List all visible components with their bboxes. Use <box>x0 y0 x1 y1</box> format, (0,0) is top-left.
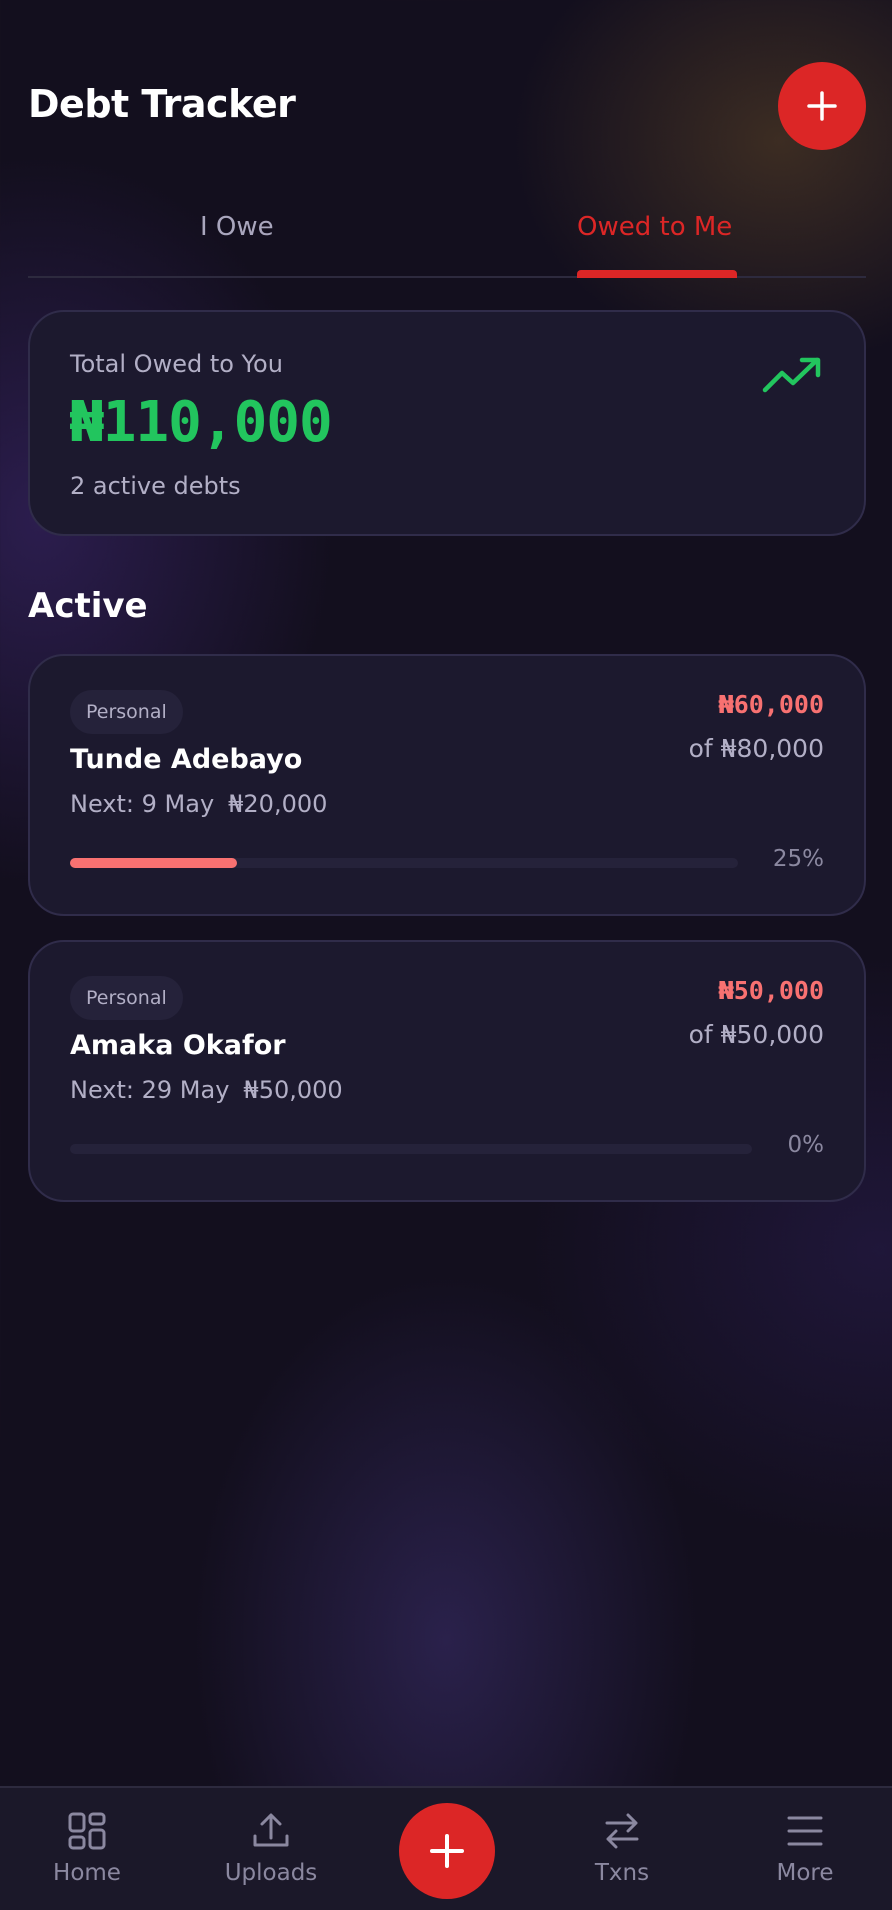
next-payment: Next: 9 May ₦20,000 <box>70 790 341 818</box>
menu-icon <box>787 1816 823 1846</box>
active-debts-count: 2 active debts <box>70 472 241 500</box>
progress-bar <box>70 858 738 868</box>
plus-icon <box>430 1834 464 1868</box>
nav-item-home[interactable]: Home <box>12 1788 162 1910</box>
section-title-active: Active <box>28 586 148 626</box>
category-badge: Personal <box>70 976 183 1020</box>
grid-icon <box>68 1812 106 1850</box>
next-payment-date: Next: 9 May <box>70 790 215 818</box>
trending-up-icon <box>762 357 821 393</box>
page-title: Debt Tracker <box>28 82 296 126</box>
nav-label-txns: Txns <box>594 1860 650 1886</box>
plus-icon <box>807 91 837 121</box>
progress-percent: 0% <box>787 1132 825 1158</box>
remaining-amount: ₦50,000 <box>718 976 824 1005</box>
debt-tabs: I Owe Owed to Me <box>28 200 866 278</box>
debt-card[interactable]: Personal Tunde Adebayo Next: 9 May ₦20,00… <box>28 654 866 916</box>
tab-i-owe[interactable]: I Owe <box>200 212 274 242</box>
progress-fill <box>70 858 237 868</box>
progress-bar <box>70 1144 752 1154</box>
debtor-name: Amaka Okafor <box>70 1030 286 1061</box>
add-debt-button[interactable] <box>778 62 866 150</box>
remaining-amount: ₦60,000 <box>718 690 824 719</box>
active-tab-indicator <box>577 270 737 278</box>
next-payment: Next: 29 May ₦50,000 <box>70 1076 357 1104</box>
next-payment-amount: ₦20,000 <box>228 790 328 818</box>
add-transaction-button[interactable] <box>399 1803 495 1899</box>
nav-item-more[interactable]: More <box>730 1788 880 1910</box>
nav-label-more: More <box>776 1860 834 1886</box>
tab-owed-to-me[interactable]: Owed to Me <box>577 212 732 242</box>
total-owed-label: Total Owed to You <box>70 350 283 378</box>
total-owed-amount: ₦110,000 <box>70 390 333 455</box>
next-payment-amount: ₦50,000 <box>243 1076 343 1104</box>
nav-item-uploads[interactable]: Uploads <box>196 1788 346 1910</box>
nav-label-home: Home <box>53 1860 121 1886</box>
progress-percent: 25% <box>772 846 824 872</box>
total-amount: of ₦80,000 <box>688 734 824 763</box>
transfer-icon <box>605 1813 639 1849</box>
nav-label-uploads: Uploads <box>224 1860 318 1886</box>
next-payment-date: Next: 29 May <box>70 1076 230 1104</box>
debt-card[interactable]: Personal Amaka Okafor Next: 29 May ₦50,00… <box>28 940 866 1202</box>
category-badge: Personal <box>70 690 183 734</box>
upload-icon <box>253 1813 289 1847</box>
total-amount: of ₦50,000 <box>688 1020 824 1049</box>
total-owed-card: Total Owed to You ₦110,000 2 active debt… <box>28 310 866 536</box>
debtor-name: Tunde Adebayo <box>70 744 303 775</box>
nav-item-txns[interactable]: Txns <box>547 1788 697 1910</box>
